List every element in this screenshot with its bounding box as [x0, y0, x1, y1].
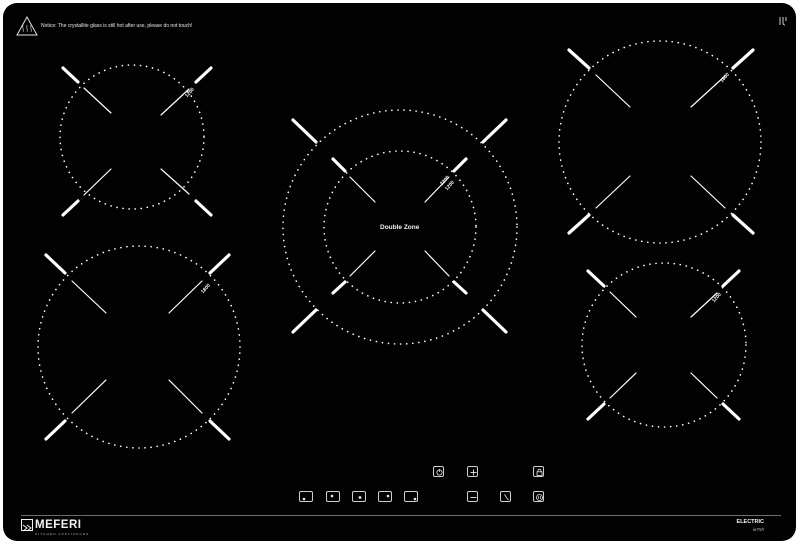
- zone-3-icon: [358, 496, 362, 499]
- zone-4-select-button[interactable]: [378, 491, 392, 502]
- plus-button[interactable]: [467, 466, 478, 477]
- timer-button[interactable]: [500, 491, 511, 502]
- zone-bottom-left[interactable]: [37, 245, 241, 449]
- pause-icon: [536, 494, 543, 501]
- zone-bottom-right[interactable]: [581, 262, 747, 428]
- brand-mark-icon: [21, 519, 33, 532]
- minus-button[interactable]: [467, 491, 478, 502]
- timer-icon: [504, 494, 509, 501]
- minus-icon: [470, 497, 477, 498]
- zone-1-icon: [302, 497, 306, 501]
- brand-name: MEFERI: [35, 519, 82, 531]
- zone-top-right[interactable]: [558, 40, 762, 244]
- model-type: ELECTRIC: [736, 519, 765, 525]
- power-button[interactable]: [433, 466, 444, 477]
- service-mark-icon: [779, 17, 787, 26]
- pause-button[interactable]: [533, 491, 544, 502]
- model-number: ie75h: [752, 527, 764, 532]
- zone-1-select-button[interactable]: [299, 491, 313, 502]
- zone-5-select-button[interactable]: [404, 491, 418, 502]
- hot-surface-warning-icon: [16, 15, 38, 36]
- power-icon: [436, 469, 443, 476]
- zone-4-icon: [386, 494, 390, 498]
- zone-top-left[interactable]: [59, 64, 213, 217]
- zone-3-select-button[interactable]: [352, 491, 366, 502]
- lock-icon: [536, 468, 543, 476]
- brand-divider: [21, 515, 781, 516]
- brand-logo: MEFERI: [21, 518, 81, 532]
- lock-button[interactable]: [533, 466, 544, 477]
- brand-tagline: KITCHEN APPLIANCES: [35, 532, 90, 536]
- zone-5-icon: [413, 497, 417, 501]
- cooking-zones: [16, 15, 762, 449]
- hot-surface-notice: Notice: The crystallite glass is still h…: [41, 23, 193, 29]
- plus-icon: [470, 469, 477, 476]
- cooktop-glass: Notice: The crystallite glass is still h…: [3, 3, 796, 541]
- zone-2-select-button[interactable]: [326, 491, 340, 502]
- double-zone-label: Double Zone: [380, 224, 420, 231]
- model-label: ELECTRIC ie75h: [737, 519, 765, 533]
- zone-2-icon: [330, 494, 334, 498]
